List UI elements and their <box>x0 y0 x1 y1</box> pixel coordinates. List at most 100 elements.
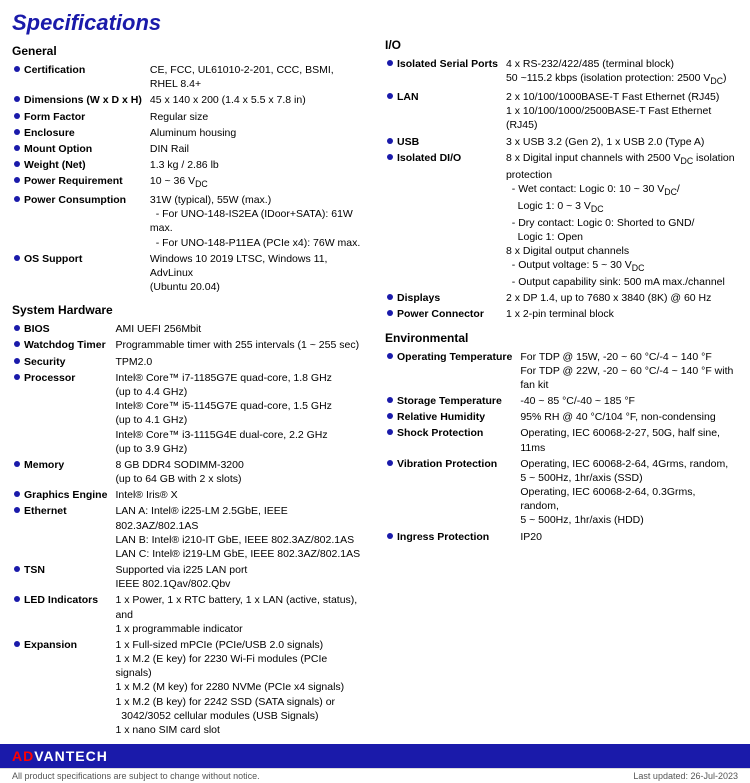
memory-label: Memory <box>12 457 113 487</box>
expansion-label: Expansion <box>12 637 113 738</box>
section-general: General <box>12 44 365 58</box>
bullet-icon <box>14 255 20 261</box>
bullet-icon <box>14 374 20 380</box>
bullet-icon <box>387 353 393 359</box>
page-title: Specifications <box>12 10 365 36</box>
power-req-label: Power Requirement <box>12 173 148 192</box>
isolated-dio-label: Isolated DI/O <box>385 150 504 290</box>
table-row: Expansion 1 x Full-sized mPCIe (PCIe/USB… <box>12 637 365 738</box>
io-table: Isolated Serial Ports 4 x RS-232/422/485… <box>385 56 738 323</box>
bullet-icon <box>387 154 393 160</box>
mount-label: Mount Option <box>12 141 148 157</box>
power-req-value: 10 ~ 36 VDC <box>148 173 365 192</box>
last-updated: Last updated: 26-Jul-2023 <box>633 771 738 781</box>
table-row: OS Support Windows 10 2019 LTSC, Windows… <box>12 251 365 296</box>
table-row: Form Factor Regular size <box>12 109 365 125</box>
expansion-value: 1 x Full-sized mPCIe (PCIe/USB 2.0 signa… <box>113 637 365 738</box>
bullet-icon <box>387 397 393 403</box>
shock-value: Operating, IEC 60068-2-27, 50G, half sin… <box>518 425 738 455</box>
processor-value: Intel® Core™ i7-1185G7E quad-core, 1.8 G… <box>113 370 365 457</box>
weight-label: Weight (Net) <box>12 157 148 173</box>
table-row: Isolated Serial Ports 4 x RS-232/422/485… <box>385 56 738 89</box>
security-value: TPM2.0 <box>113 354 365 370</box>
bullet-icon <box>387 429 393 435</box>
processor-label: Processor <box>12 370 113 457</box>
isolated-dio-value: 8 x Digital input channels with 2500 VDC… <box>504 150 738 290</box>
bullet-icon <box>387 460 393 466</box>
table-row: Storage Temperature -40 ~ 85 °C/-40 ~ 18… <box>385 393 738 409</box>
watchdog-value: Programmable timer with 255 intervals (1… <box>113 337 365 353</box>
formfactor-value: Regular size <box>148 109 365 125</box>
table-row: Shock Protection Operating, IEC 60068-2-… <box>385 425 738 455</box>
bullet-icon <box>387 294 393 300</box>
bullet-icon <box>14 566 20 572</box>
op-temp-label: Operating Temperature <box>385 349 518 394</box>
bullet-icon <box>14 358 20 364</box>
weight-value: 1.3 kg / 2.86 lb <box>148 157 365 173</box>
section-system-hardware: System Hardware <box>12 303 365 317</box>
op-temp-value: For TDP @ 15W, -20 ~ 60 °C/-4 ~ 140 °F F… <box>518 349 738 394</box>
table-row: Watchdog Timer Programmable timer with 2… <box>12 337 365 353</box>
os-label: OS Support <box>12 251 148 296</box>
power-cons-value: 31W (typical), 55W (max.) - For UNO-148-… <box>148 192 365 251</box>
bullet-icon <box>14 461 20 467</box>
shock-label: Shock Protection <box>385 425 518 455</box>
led-value: 1 x Power, 1 x RTC battery, 1 x LAN (act… <box>113 592 365 637</box>
environmental-table: Operating Temperature For TDP @ 15W, -20… <box>385 349 738 545</box>
table-row: Power Requirement 10 ~ 36 VDC <box>12 173 365 192</box>
disclaimer: All product specifications are subject t… <box>12 771 260 781</box>
table-row: Isolated DI/O 8 x Digital input channels… <box>385 150 738 290</box>
ethernet-label: Ethernet <box>12 503 113 562</box>
formfactor-label: Form Factor <box>12 109 148 125</box>
bullet-icon <box>14 196 20 202</box>
table-row: Graphics Engine Intel® Iris® X <box>12 487 365 503</box>
bullet-icon <box>14 145 20 151</box>
ingress-label: Ingress Protection <box>385 529 518 545</box>
table-row: Processor Intel® Core™ i7-1185G7E quad-c… <box>12 370 365 457</box>
table-row: USB 3 x USB 3.2 (Gen 2), 1 x USB 2.0 (Ty… <box>385 134 738 150</box>
bullet-icon <box>387 413 393 419</box>
bios-value: AMI UEFI 256Mbit <box>113 321 365 337</box>
bullet-icon <box>14 161 20 167</box>
dimensions-value: 45 x 140 x 200 (1.4 x 5.5 x 7.8 in) <box>148 92 365 108</box>
bullet-icon <box>387 93 393 99</box>
lan-label: LAN <box>385 89 504 134</box>
bullet-icon <box>14 113 20 119</box>
bullet-icon <box>387 310 393 316</box>
footer-sub: All product specifications are subject t… <box>0 768 750 783</box>
serial-ports-value: 4 x RS-232/422/485 (terminal block) 50 ~… <box>504 56 738 89</box>
page-wrapper: Specifications General Certification CE,… <box>0 0 750 783</box>
graphics-label: Graphics Engine <box>12 487 113 503</box>
enclosure-label: Enclosure <box>12 125 148 141</box>
led-label: LED Indicators <box>12 592 113 637</box>
system-hardware-table: BIOS AMI UEFI 256Mbit Watchdog Timer Pro… <box>12 321 365 738</box>
table-row: Certification CE, FCC, UL61010-2-201, CC… <box>12 62 365 92</box>
storage-temp-label: Storage Temperature <box>385 393 518 409</box>
table-row: Security TPM2.0 <box>12 354 365 370</box>
serial-ports-label: Isolated Serial Ports <box>385 56 504 89</box>
bullet-icon <box>14 96 20 102</box>
bullet-icon <box>14 66 20 72</box>
table-row: Relative Humidity 95% RH @ 40 °C/104 °F,… <box>385 409 738 425</box>
table-row: Power Consumption 31W (typical), 55W (ma… <box>12 192 365 251</box>
ingress-value: IP20 <box>518 529 738 545</box>
os-value: Windows 10 2019 LTSC, Windows 11, AdvLin… <box>148 251 365 296</box>
logo-vantech: VANTECH <box>34 748 108 764</box>
bullet-icon <box>14 129 20 135</box>
lan-value: 2 x 10/100/1000BASE-T Fast Ethernet (RJ4… <box>504 89 738 134</box>
bullet-icon <box>14 177 20 183</box>
mount-value: DIN Rail <box>148 141 365 157</box>
left-column: Specifications General Certification CE,… <box>12 10 365 738</box>
cert-value: CE, FCC, UL61010-2-201, CCC, BSMI, RHEL … <box>148 62 365 92</box>
power-connector-value: 1 x 2-pin terminal block <box>504 306 738 322</box>
bullet-icon <box>14 596 20 602</box>
table-row: Displays 2 x DP 1.4, up to 7680 x 3840 (… <box>385 290 738 306</box>
brand-logo: ADVANTECH <box>12 748 108 764</box>
bullet-icon <box>14 641 20 647</box>
table-row: Memory 8 GB DDR4 SODIMM-3200 (up to 64 G… <box>12 457 365 487</box>
displays-value: 2 x DP 1.4, up to 7680 x 3840 (8K) @ 60 … <box>504 290 738 306</box>
cert-label: Certification <box>12 62 148 92</box>
table-row: Power Connector 1 x 2-pin terminal block <box>385 306 738 322</box>
table-row: Operating Temperature For TDP @ 15W, -20… <box>385 349 738 394</box>
dimensions-label: Dimensions (W x D x H) <box>12 92 148 108</box>
